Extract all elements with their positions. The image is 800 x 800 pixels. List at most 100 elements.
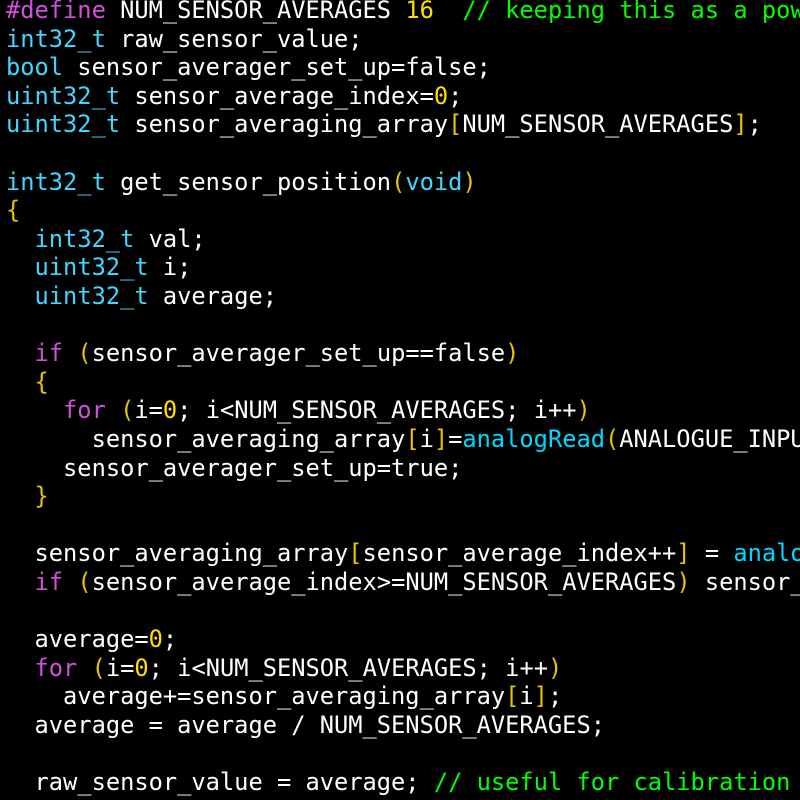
code-token-punct: {: [6, 196, 21, 225]
code-token-default: sensor_averaging_array: [120, 110, 449, 139]
code-token-comment: // useful for calibration: [433, 768, 791, 797]
code-token-keyword: for: [34, 653, 78, 682]
code-token-punct: ]: [533, 682, 548, 711]
code-line: for (i=0; i<NUM_SENSOR_AVERAGES; i++): [6, 654, 800, 683]
code-token-punct: ): [547, 653, 563, 682]
code-token-default: i=: [105, 653, 135, 682]
code-token-default: sensor_averager_set_up=false;: [63, 53, 491, 82]
code-token-type: bool: [6, 53, 64, 82]
code-token-type: int32_t: [6, 24, 106, 53]
code-line: uint32_t average;: [6, 282, 800, 311]
code-token-default: sensor_average_index>=NUM_SENSOR_AVERAGE…: [91, 567, 677, 596]
code-line: int32_t val;: [6, 225, 800, 254]
code-token-default: get_sensor_position: [105, 167, 392, 196]
code-token-default: [6, 396, 63, 424]
code-line: sensor_averaging_array[sensor_average_in…: [6, 539, 800, 568]
code-token-default: sensor_averager_set_up=true;: [6, 453, 463, 482]
code-token-type: uint32_t: [34, 253, 149, 282]
code-token-default: [6, 568, 35, 596]
code-token-type: int32_t: [34, 224, 135, 253]
code-line: #define NUM_SENSOR_AVERAGES 16 // keepin…: [6, 0, 800, 25]
code-token-punct: ): [505, 339, 520, 368]
code-token-default: [106, 396, 120, 424]
code-token-default: i: [519, 682, 534, 711]
code-token-default: [63, 339, 77, 367]
code-token-type: void: [405, 167, 463, 196]
code-line: bool sensor_averager_set_up=false;: [6, 53, 800, 82]
code-token-default: [6, 654, 35, 682]
code-token-default: sensor_averaging_array: [6, 424, 406, 453]
code-line: sensor_averaging_array[i]=analogRead(ANA…: [6, 425, 800, 454]
code-token-default: NUM_SENSOR_AVERAGES: [462, 110, 734, 139]
code-line: if (sensor_average_index>=NUM_SENSOR_AVE…: [6, 568, 800, 597]
code-token-default: sensor_average_index++: [362, 539, 677, 568]
code-token-default: [6, 482, 35, 510]
code-editor[interactable]: #define NUM_SENSOR_AVERAGES 16 // keepin…: [0, 0, 800, 800]
code-token-default: [77, 654, 91, 682]
code-token-number: 16: [405, 0, 434, 24]
code-token-default: average = average / NUM_SENSOR_AVERAGES;: [6, 710, 605, 739]
code-token-number: 0: [162, 396, 178, 425]
code-token-default: sensor_averaging_array: [6, 539, 349, 568]
code-token-default: val;: [134, 224, 206, 253]
code-token-default: i: [419, 424, 434, 453]
code-token-number: 0: [433, 81, 449, 110]
code-line: raw_sensor_value = average; // useful fo…: [6, 768, 800, 797]
code-token-default: [6, 339, 35, 367]
code-token-punct: (: [605, 424, 620, 453]
code-token-default: =: [690, 539, 734, 568]
code-token-default: ; i<NUM_SENSOR_AVERAGES; i++: [177, 396, 577, 425]
code-token-default: raw_sensor_value = average;: [6, 768, 434, 797]
code-token-punct: (: [120, 396, 135, 425]
code-token-default: =: [448, 424, 463, 453]
code-token-default: ;: [747, 110, 762, 139]
code-token-punct: ): [676, 567, 691, 596]
code-line: for (i=0; i<NUM_SENSOR_AVERAGES; i++): [6, 396, 800, 425]
code-token-default: ; i<NUM_SENSOR_AVERAGES; i++: [148, 653, 548, 682]
code-token-default: average=: [6, 625, 149, 654]
code-token-punct: (: [77, 339, 92, 368]
code-token-punct: ): [462, 167, 477, 196]
code-token-function: analogRead: [462, 424, 605, 453]
code-line: average = average / NUM_SENSOR_AVERAGES;: [6, 711, 800, 740]
code-token-function: analo: [733, 539, 800, 568]
code-line: uint32_t sensor_average_index=0;: [6, 82, 800, 111]
code-token-default: [6, 253, 35, 281]
code-token-default: ;: [448, 81, 463, 110]
code-line: average+=sensor_averaging_array[i];: [6, 682, 800, 711]
code-token-punct: [: [405, 424, 420, 453]
code-line: if (sensor_averager_set_up==false): [6, 339, 800, 368]
code-line: {: [6, 196, 800, 225]
code-token-default: ;: [162, 625, 178, 654]
code-area[interactable]: #define NUM_SENSOR_AVERAGES 16 // keepin…: [6, 0, 800, 797]
code-token-punct: (: [391, 167, 406, 196]
code-line: }: [6, 482, 800, 511]
code-token-default: i=: [134, 396, 163, 425]
code-token-default: sensor_averager_set_up==false: [91, 339, 506, 368]
code-token-default: [6, 225, 35, 253]
code-token-punct: ]: [433, 424, 449, 453]
code-token-punct: [: [348, 539, 363, 568]
code-token-comment: // keeping this as a pow: [462, 0, 800, 24]
code-line: average=0;: [6, 625, 800, 654]
code-token-default: average;: [148, 281, 277, 310]
code-token-default: sensor_: [690, 567, 800, 596]
code-token-default: i;: [148, 253, 192, 282]
code-line: sensor_averager_set_up=true;: [6, 454, 800, 483]
code-token-punct: }: [34, 482, 49, 511]
code-token-punct: {: [34, 367, 49, 396]
code-line: uint32_t sensor_averaging_array[NUM_SENS…: [6, 110, 800, 139]
code-token-type: uint32_t: [34, 281, 149, 310]
code-token-preprocessor: #define: [6, 0, 106, 24]
code-token-default: average+=sensor_averaging_array: [6, 682, 506, 711]
code-line: {: [6, 368, 800, 397]
code-token-type: uint32_t: [6, 110, 121, 139]
code-token-type: uint32_t: [6, 81, 121, 110]
code-token-punct: (: [91, 653, 106, 682]
code-token-default: [6, 368, 35, 396]
code-token-punct: ]: [733, 110, 748, 139]
